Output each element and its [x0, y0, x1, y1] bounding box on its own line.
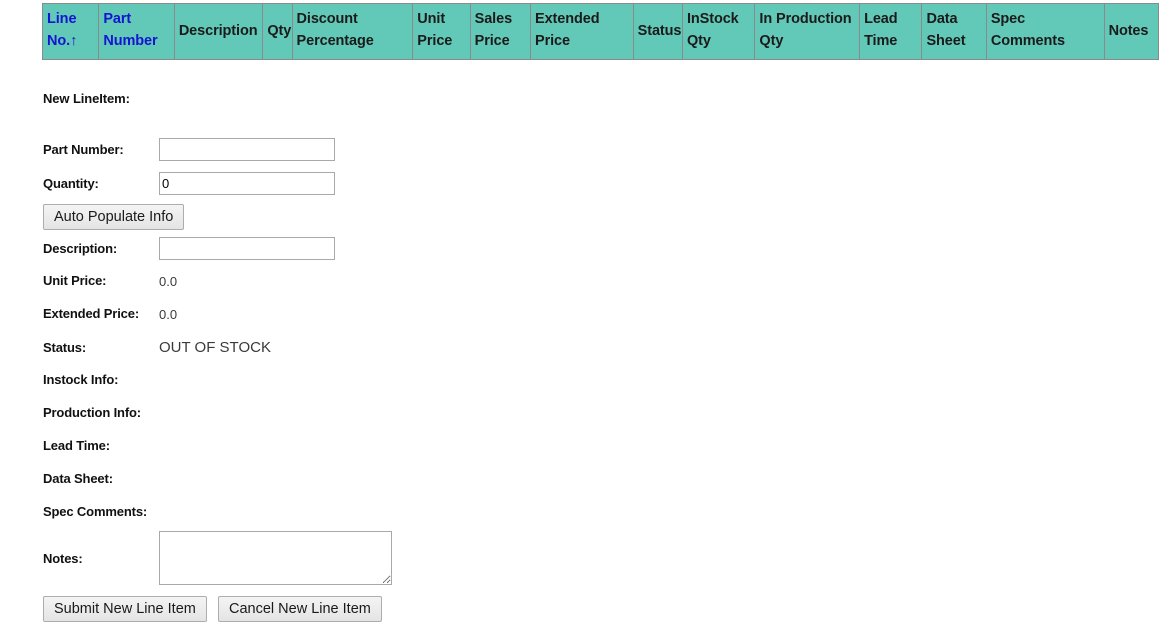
table-header-row: Line No.↑ Part Number Description Qty Discou…: [41, 3, 1159, 60]
data-sheet-label: Data Sheet:: [43, 471, 113, 486]
column-header-notes: Notes: [1103, 3, 1159, 60]
column-header-label: Discount Percentage: [296, 11, 374, 50]
row-lead-time: Lead Time:: [0, 438, 1159, 471]
column-sort-link[interactable]: Part Number: [103, 11, 157, 49]
column-header-status: Status: [632, 3, 683, 60]
sort-ascending-icon: ↑: [70, 33, 78, 50]
lineitems-table: Line No.↑ Part Number Description Qty Discou…: [41, 3, 1159, 60]
column-header-spec-comments: Spec Comments: [985, 3, 1105, 60]
lead-time-label: Lead Time:: [43, 438, 110, 453]
column-header-label: Unit Price: [417, 11, 453, 50]
description-input[interactable]: [159, 237, 335, 260]
status-badge: OUT OF STOCK: [159, 339, 271, 356]
row-part-number: Part Number:: [0, 138, 1159, 171]
row-notes: Notes:: [0, 531, 1159, 591]
column-header-in-production-qty: In Production Qty: [754, 3, 861, 60]
row-status: Status: OUT OF STOCK: [0, 339, 1159, 372]
column-header-sales-price: Sales Price: [469, 3, 532, 60]
part-number-input[interactable]: [159, 138, 335, 161]
column-header-data-sheet: Data Sheet: [921, 3, 987, 60]
row-production-info: Production Info:: [0, 405, 1159, 438]
column-header-extended-price: Extended Price: [530, 3, 634, 60]
instock-info-label: Instock Info:: [43, 372, 119, 387]
extended-price-label: Extended Price:: [43, 306, 140, 321]
column-header-label: Spec Comments: [990, 11, 1065, 50]
column-header-label: In Production Qty: [759, 11, 852, 50]
unit-price-value: 0.0: [159, 274, 178, 289]
column-header-part-number[interactable]: Part Number: [98, 3, 175, 60]
column-header-label: Description: [178, 22, 258, 39]
production-info-label: Production Info:: [43, 405, 141, 420]
column-header-label: Status: [637, 22, 682, 39]
column-header-instock-qty: InStock Qty: [681, 3, 756, 60]
column-header-qty: Qty: [262, 3, 293, 60]
column-header-label: Extended Price: [535, 11, 600, 50]
column-header-label: Data Sheet: [926, 11, 966, 50]
column-header-label: Qty: [267, 22, 292, 39]
quantity-input[interactable]: [159, 172, 335, 195]
column-header-lead-time: Lead Time: [859, 3, 923, 60]
column-header-unit-price: Unit Price: [412, 3, 471, 60]
column-header-description: Description: [173, 3, 264, 60]
row-description: Description:: [0, 237, 1159, 270]
lineitems-grid-header: Line No.↑ Part Number Description Qty Discou…: [41, 3, 1159, 60]
row-data-sheet: Data Sheet:: [0, 471, 1159, 504]
row-instock-info: Instock Info:: [0, 372, 1159, 405]
column-header-discount-percentage: Discount Percentage: [291, 3, 414, 60]
part-number-label: Part Number:: [43, 142, 124, 157]
row-unit-price: Unit Price: 0.0: [0, 273, 1159, 306]
extended-price-value: 0.0: [159, 307, 178, 322]
submit-new-line-item-button[interactable]: Submit New Line Item: [43, 596, 207, 622]
column-header-label: Notes: [1108, 22, 1149, 39]
form-title: New LineItem:: [43, 91, 130, 106]
row-extended-price: Extended Price: 0.0: [0, 306, 1159, 339]
notes-textarea[interactable]: [159, 531, 392, 585]
auto-populate-info-button[interactable]: Auto Populate Info: [43, 204, 185, 230]
description-label: Description:: [43, 241, 118, 256]
column-header-label: InStock Qty: [686, 11, 739, 50]
column-header-label: Sales Price: [474, 11, 513, 50]
quantity-label: Quantity:: [43, 176, 99, 191]
notes-label: Notes:: [43, 551, 83, 566]
row-quantity: Quantity:: [0, 172, 1159, 205]
cancel-new-line-item-button[interactable]: Cancel New Line Item: [218, 596, 382, 622]
spec-comments-label: Spec Comments:: [43, 504, 148, 519]
column-header-line-no[interactable]: Line No.↑: [41, 3, 100, 60]
status-label: Status:: [43, 340, 87, 355]
column-header-label: Lead Time: [864, 11, 898, 50]
unit-price-label: Unit Price:: [43, 273, 107, 288]
